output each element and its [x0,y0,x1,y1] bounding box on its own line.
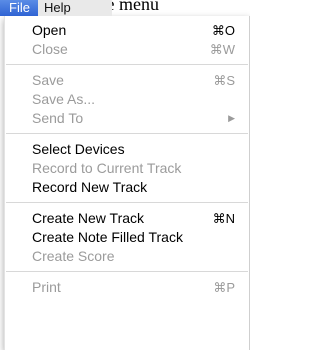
menu-group-save: Save ⌘S Save As... Send To ▶ [5,71,249,128]
menu-item-record-new-track[interactable]: Record New Track [5,178,249,197]
menu-item-label: Create Score [32,248,115,264]
menu-separator [6,202,248,203]
menu-group-record: Select Devices Record to Current Track R… [5,140,249,197]
menu-item-label: Print [32,279,61,295]
menu-item-label: Save [32,72,64,88]
menu-item-close: Close ⌘W [5,40,249,59]
menu-item-label: Record New Track [32,179,148,195]
menu-group-print: Print ⌘P [5,278,249,297]
menu-item-label: Open [32,22,67,38]
menu-item-label: Close [32,41,68,57]
menu-item-label: Create Note Filled Track [32,229,183,245]
menu-separator [6,133,248,134]
menu-item-label: Select Devices [32,141,125,157]
menu-help[interactable]: Help [38,0,77,16]
menu-item-open[interactable]: Open ⌘O [5,21,249,40]
menu-item-save-as: Save As... [5,90,249,109]
screenshot: 3.From the File menu File Help Open ⌘O C… [0,0,250,350]
menu-separator [6,271,248,272]
menu-item-save: Save ⌘S [5,71,249,90]
menu-item-create-note-filled-track[interactable]: Create Note Filled Track [5,228,249,247]
shortcut-label: ⌘O [211,23,235,38]
menu-item-send-to: Send To ▶ [5,109,249,128]
menu-item-label: Send To [32,110,84,126]
submenu-arrow-icon: ▶ [228,113,235,123]
menu-item-select-devices[interactable]: Select Devices [5,140,249,159]
shortcut-label: ⌘W [209,42,235,57]
menu-item-create-new-track[interactable]: Create New Track ⌘N [5,209,249,228]
menu-item-print: Print ⌘P [5,278,249,297]
menu-item-record-to-current-track: Record to Current Track [5,159,249,178]
menu-item-label: Save As... [32,91,96,107]
menu-bar: File Help [0,0,112,16]
menu-group-create: Create New Track ⌘N Create Note Filled T… [5,209,249,266]
menu-file[interactable]: File [0,0,38,16]
shortcut-label: ⌘P [213,280,235,295]
menu-item-label: Create New Track [32,210,145,226]
menu-item-label: Record to Current Track [32,160,182,176]
shortcut-label: ⌘N [212,211,235,226]
menu-item-create-score: Create Score [5,247,249,266]
menu-group-open-close: Open ⌘O Close ⌘W [5,21,249,59]
menu-separator [6,64,248,65]
file-dropdown-menu: Open ⌘O Close ⌘W Save ⌘S Save As... Send… [4,16,250,350]
shortcut-label: ⌘S [213,73,235,88]
